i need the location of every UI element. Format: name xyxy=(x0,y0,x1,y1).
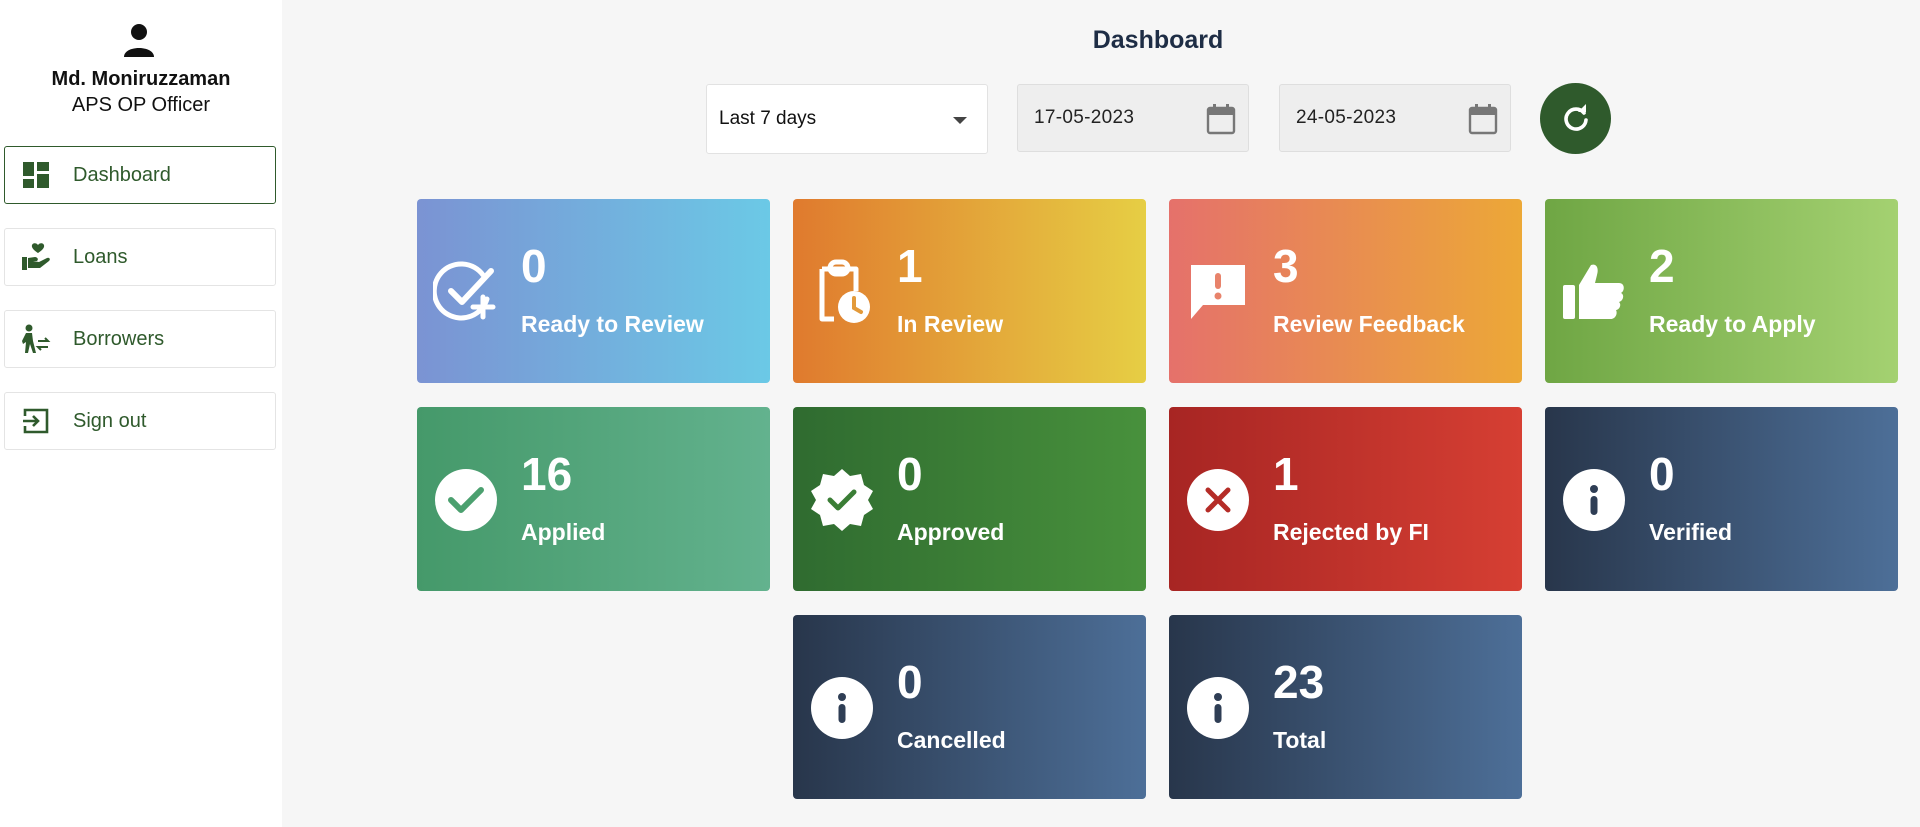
start-date-field[interactable]: 17-05-2023 xyxy=(1017,84,1249,152)
card-value: 1 xyxy=(1273,448,1299,500)
sidebar-item-label: Borrowers xyxy=(73,327,165,350)
info-circle-icon xyxy=(1561,467,1627,533)
card-cancelled[interactable]: 0 Cancelled xyxy=(793,615,1146,799)
hand-heart-icon xyxy=(21,242,51,272)
card-label: Applied xyxy=(521,519,606,545)
date-range-select[interactable]: Last 7 days xyxy=(706,84,988,154)
info-circle-icon xyxy=(809,675,875,741)
sidebar-item-label: Dashboard xyxy=(73,163,171,186)
card-value: 0 xyxy=(897,448,923,500)
sidebar-item-label: Loans xyxy=(73,245,128,268)
caret-down-icon xyxy=(953,117,967,124)
x-circle-icon xyxy=(1185,467,1251,533)
info-circle-icon xyxy=(1185,675,1251,741)
card-ready-to-review[interactable]: 0 Ready to Review xyxy=(417,199,770,383)
sign-out-icon xyxy=(21,406,51,436)
calendar-icon[interactable] xyxy=(1468,103,1498,135)
sidebar-item-sign-out[interactable]: Sign out xyxy=(4,392,276,450)
card-value: 1 xyxy=(897,240,923,292)
card-value: 0 xyxy=(521,240,547,292)
card-label: Approved xyxy=(897,519,1005,545)
dashboard-icon xyxy=(21,160,51,190)
date-range-value: Last 7 days xyxy=(719,108,817,129)
card-value: 23 xyxy=(1273,656,1325,708)
refresh-button[interactable] xyxy=(1540,83,1611,154)
calendar-icon[interactable] xyxy=(1206,103,1236,135)
person-transfer-icon xyxy=(21,324,51,354)
card-value: 2 xyxy=(1649,240,1675,292)
badge-check-icon xyxy=(809,467,875,533)
card-in-review[interactable]: 1 In Review xyxy=(793,199,1146,383)
card-label: Review Feedback xyxy=(1273,311,1465,337)
card-label: Total xyxy=(1273,727,1327,753)
card-label: Verified xyxy=(1649,519,1733,545)
chat-alert-icon xyxy=(1185,259,1251,325)
user-name: Md. Moniruzzaman xyxy=(51,68,231,90)
card-value: 0 xyxy=(897,656,923,708)
sidebar-item-borrowers[interactable]: Borrowers xyxy=(4,310,276,368)
card-rejected-by-fi[interactable]: 1 Rejected by FI xyxy=(1169,407,1522,591)
card-label: Rejected by FI xyxy=(1273,519,1429,545)
card-value: 0 xyxy=(1649,448,1675,500)
check-circle-icon xyxy=(433,467,499,533)
card-label: Ready to Apply xyxy=(1649,311,1816,337)
card-review-feedback[interactable]: 3 Review Feedback xyxy=(1169,199,1522,383)
card-applied[interactable]: 16 Applied xyxy=(417,407,770,591)
start-date-value: 17-05-2023 xyxy=(1034,107,1135,128)
check-plus-icon xyxy=(433,259,499,325)
card-value: 3 xyxy=(1273,240,1299,292)
card-approved[interactable]: 0 Approved xyxy=(793,407,1146,591)
page-title: Dashboard xyxy=(1092,26,1224,54)
card-label: Ready to Review xyxy=(521,311,704,337)
card-label: In Review xyxy=(897,311,1004,337)
user-role: APS OP Officer xyxy=(71,94,211,116)
card-label: Cancelled xyxy=(897,727,1006,753)
refresh-icon xyxy=(1563,103,1588,131)
user-icon xyxy=(124,24,154,57)
end-date-value: 24-05-2023 xyxy=(1296,107,1397,128)
sidebar-item-loans[interactable]: Loans xyxy=(4,228,276,286)
end-date-field[interactable]: 24-05-2023 xyxy=(1279,84,1511,152)
card-ready-to-apply[interactable]: 2 Ready to Apply xyxy=(1545,199,1898,383)
card-verified[interactable]: 0 Verified xyxy=(1545,407,1898,591)
thumbs-up-icon xyxy=(1561,259,1627,325)
sidebar-item-label: Sign out xyxy=(73,409,147,432)
card-value: 16 xyxy=(521,448,573,500)
sidebar: Md. Moniruzzaman APS OP Officer Dashboar… xyxy=(0,0,282,827)
card-total[interactable]: 23 Total xyxy=(1169,615,1522,799)
clipboard-clock-icon xyxy=(809,259,875,325)
sidebar-item-dashboard[interactable]: Dashboard xyxy=(4,146,276,204)
